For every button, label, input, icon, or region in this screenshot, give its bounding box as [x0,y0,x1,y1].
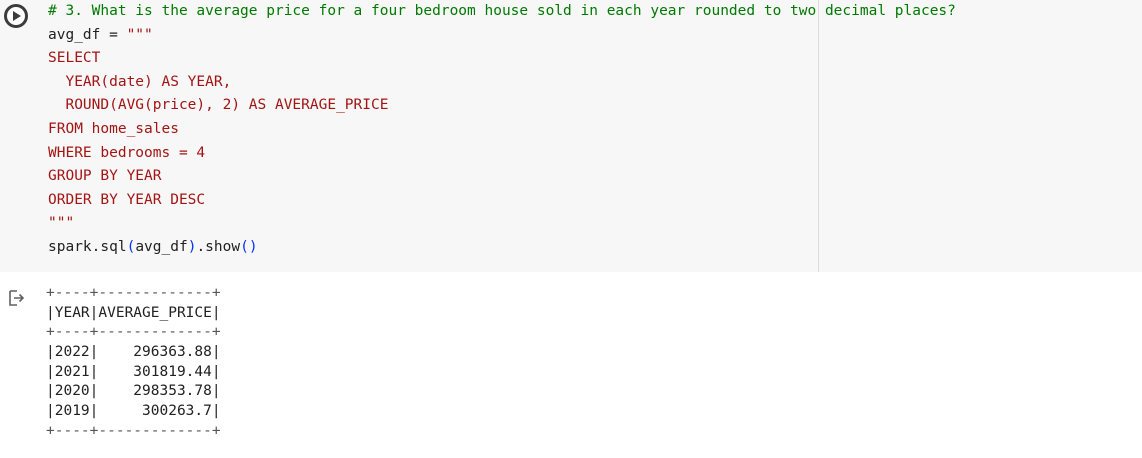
code-line: spark.sql(avg_df).show() [48,236,956,260]
table-border-top: +----+-------------+ [46,285,221,301]
code-token: avg_df = [48,26,127,43]
output-arrow-icon[interactable] [6,288,26,308]
cell-output: +----+-------------+ |YEAR|AVERAGE_PRICE|… [46,284,221,442]
code-line: ORDER BY YEAR DESC [48,189,956,213]
code-line: # 3. What is the average price for a fou… [48,0,956,24]
code-token: ROUND(AVG(price), 2) AS AVERAGE_PRICE [48,97,389,114]
code-token: GROUP BY YEAR [48,168,162,185]
code-editor[interactable]: # 3. What is the average price for a fou… [0,0,1142,272]
code-token: spark.sql [48,238,127,255]
code-line: avg_df = """ [48,24,956,48]
code-line: YEAR(date) AS YEAR, [48,71,956,95]
notebook-cell: # 3. What is the average price for a fou… [0,0,1142,458]
table-row: |2022| 296363.88| [46,344,221,361]
code-token: SELECT [48,50,101,67]
table-border-bottom: +----+-------------+ [46,422,221,439]
code-text[interactable]: # 3. What is the average price for a fou… [48,0,956,260]
code-line: SELECT [48,47,956,71]
code-token: """ [48,215,75,232]
table-row: |2020| 298353.78| [46,383,221,400]
table-row: |2021| 301819.44| [46,363,221,380]
run-cell-button[interactable] [4,4,28,28]
code-line: FROM home_sales [48,118,956,142]
code-token: ORDER BY YEAR DESC [48,191,206,208]
table-row: |2019| 300263.7| [46,403,221,420]
code-token: # 3. What is the average price for a fou… [48,3,956,19]
code-line: WHERE bedrooms = 4 [48,142,956,166]
code-token: FROM home_sales [48,120,179,137]
code-line: GROUP BY YEAR [48,165,956,189]
line-length-ruler [818,0,819,272]
code-token: .show [196,238,241,255]
code-token: YEAR(date) AS YEAR, [48,73,232,90]
table-border-mid: +----+-------------+ [46,324,221,341]
play-icon [13,11,21,21]
code-token: """ [126,26,153,43]
code-token: WHERE bedrooms = 4 [48,144,206,161]
code-token: avg_df [135,238,188,255]
code-line: """ [48,212,956,236]
code-token: () [240,238,258,255]
table-header: |YEAR|AVERAGE_PRICE| [46,304,221,321]
code-token: ( [126,238,136,255]
code-line: ROUND(AVG(price), 2) AS AVERAGE_PRICE [48,94,956,118]
